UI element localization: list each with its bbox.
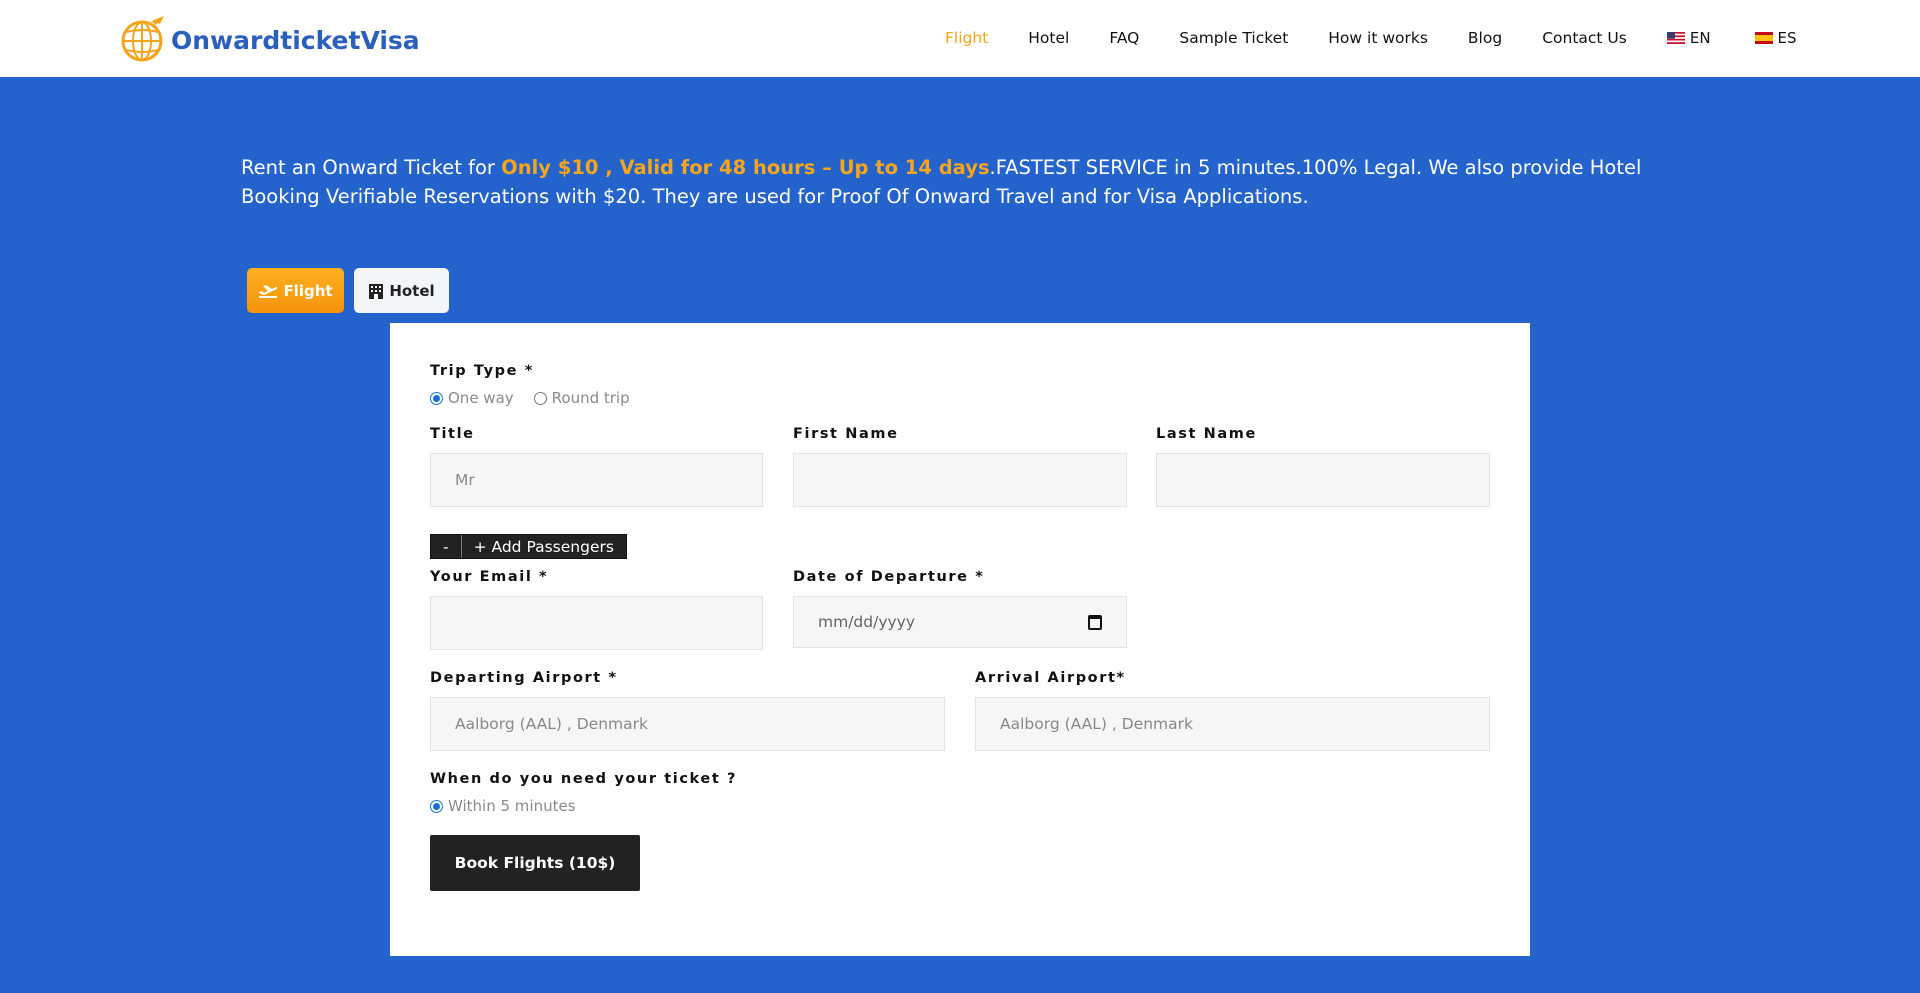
us-flag-icon [1666,32,1685,44]
nav-item-faq[interactable]: FAQ [1109,29,1139,47]
radio-one-way[interactable] [430,391,443,405]
radio-one-way-label: One way [448,389,514,407]
ticket-timing-options: Within 5 minutes [430,797,576,815]
arrival-airport-field[interactable]: Aalborg (AAL) , Denmark [975,697,1490,751]
title-select[interactable]: Mr [430,453,763,507]
intro-text: Rent an Onward Ticket for Only $10 , Val… [241,153,1681,211]
remove-passenger-button[interactable]: - [431,535,462,558]
nav-item-how-it-works[interactable]: How it works [1328,29,1428,47]
language-en-label: EN [1689,29,1711,47]
departure-date-label: Date of Departure * [793,569,985,585]
ticket-timing-label: When do you need your ticket ? [430,771,738,787]
site-header: OnwardticketVisa Flight Hotel FAQ Sample… [0,0,1920,77]
last-name-field[interactable] [1156,453,1490,507]
last-name-label: Last Name [1156,426,1257,442]
book-flights-button[interactable]: Book Flights (10$) [430,835,640,891]
tab-flight-label: Flight [283,281,333,300]
plane-takeoff-icon [259,284,278,298]
email-field[interactable] [430,596,763,650]
trip-type-options: One way Round trip [430,389,630,407]
es-flag-icon [1754,32,1773,44]
departing-airport-field[interactable]: Aalborg (AAL) , Denmark [430,697,945,751]
hotel-building-icon [369,283,384,299]
globe-plane-logo-icon [121,16,164,62]
trip-type-label: Trip Type * [430,363,534,379]
language-en[interactable]: EN [1666,29,1711,47]
intro-highlight: Only $10 , Valid for 48 hours – Up to 14… [501,156,990,179]
tab-flight[interactable]: Flight [247,268,344,313]
tab-hotel[interactable]: Hotel [354,268,449,313]
main-nav: Flight Hotel FAQ Sample Ticket How it wo… [945,28,1797,48]
logo-text: OnwardticketVisa [171,25,420,55]
tab-hotel-label: Hotel [389,281,435,300]
calendar-icon[interactable] [1088,615,1102,630]
language-es[interactable]: ES [1754,29,1797,47]
site-logo[interactable]: OnwardticketVisa [120,14,420,62]
add-passengers-button[interactable]: + Add Passengers [461,535,626,558]
nav-item-hotel[interactable]: Hotel [1028,29,1069,47]
radio-round-trip[interactable] [533,391,547,405]
radio-within-5-minutes-label: Within 5 minutes [448,797,576,815]
first-name-field[interactable] [793,453,1127,507]
nav-item-flight[interactable]: Flight [945,29,988,47]
departing-airport-label: Departing Airport * [430,670,618,686]
nav-item-sample-ticket[interactable]: Sample Ticket [1179,29,1288,47]
first-name-label: First Name [793,426,899,442]
email-label: Your Email * [430,569,549,585]
nav-item-contact-us[interactable]: Contact Us [1542,29,1627,47]
radio-round-trip-label: Round trip [551,389,630,407]
flight-booking-form: Trip Type * One way Round trip Title Mr … [390,323,1530,956]
arrival-airport-label: Arrival Airport* [975,670,1126,686]
nav-item-blog[interactable]: Blog [1468,29,1502,47]
departure-date-field[interactable]: mm/dd/yyyy [793,596,1127,648]
intro-prefix: Rent an Onward Ticket for [241,156,502,179]
passenger-controls: - + Add Passengers [430,534,627,559]
title-label: Title [430,426,475,442]
language-es-label: ES [1777,29,1797,47]
departure-date-placeholder: mm/dd/yyyy [818,613,916,631]
radio-within-5-minutes[interactable] [430,799,443,813]
